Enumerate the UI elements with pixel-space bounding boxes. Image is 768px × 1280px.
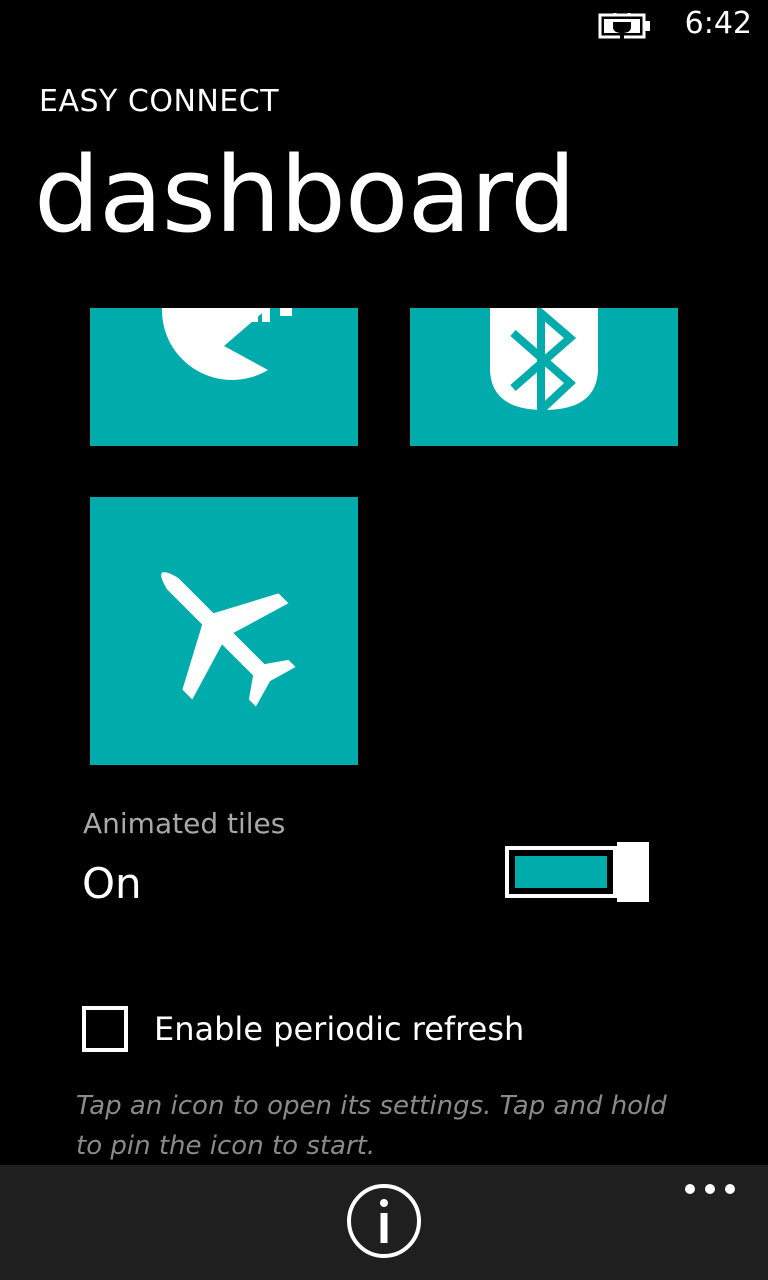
periodic-refresh-row[interactable]: Enable periodic refresh [82,1002,524,1056]
tiles-grid [0,308,768,778]
app-title: EASY CONNECT [39,84,280,119]
animated-tiles-value: On [82,859,142,908]
info-icon[interactable] [345,1182,423,1260]
hint-text: Tap an icon to open its settings. Tap an… [76,1091,667,1161]
animated-tiles-label: Animated tiles [83,807,286,840]
bluetooth-icon [490,308,598,420]
tile-wifi[interactable] [90,308,358,446]
status-bar: 6:42 [0,0,768,50]
page-title: dashboard [34,134,576,256]
clock: 6:42 [684,6,752,41]
wifi-icon [161,308,292,380]
animated-tiles-toggle[interactable] [505,842,649,902]
periodic-refresh-checkbox[interactable] [82,1006,128,1052]
periodic-refresh-label: Enable periodic refresh [154,1010,525,1048]
airplane-icon [161,572,296,707]
tile-airplane-mode[interactable] [90,497,358,765]
battery-charging-icon [598,13,650,39]
app-bar [0,1165,768,1280]
ellipsis-icon[interactable] [676,1175,744,1205]
tile-bluetooth[interactable] [410,308,678,446]
